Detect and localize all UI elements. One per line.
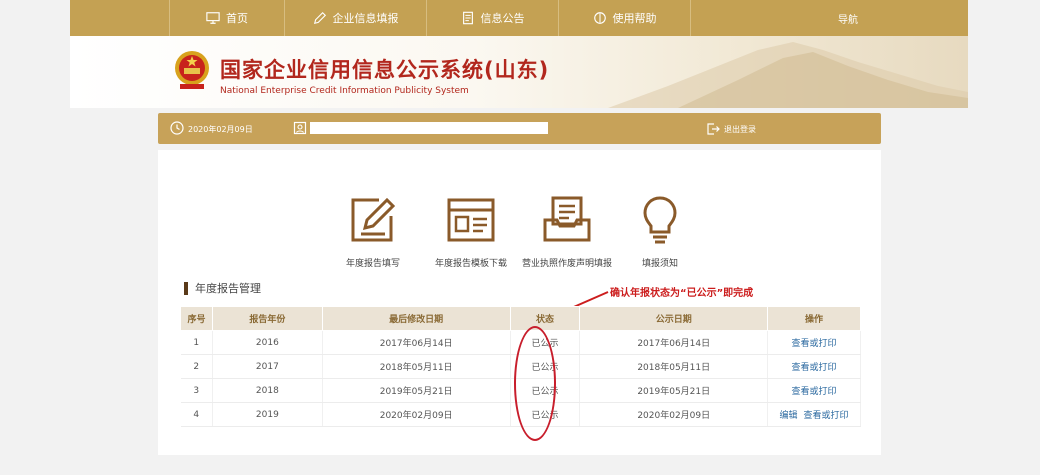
cell-year: 2017 [212,354,323,379]
col-year: 报告年份 [211,306,323,331]
cell-published: 2017年06月14日 [579,330,769,355]
view-print-link[interactable]: 查看或打印 [804,411,849,421]
cell-modified: 2018年05月11日 [322,354,511,379]
current-date: 2020年02月09日 [188,125,253,134]
edit-icon [313,11,326,25]
cell-no: 3 [180,378,213,403]
site-subtitle: National Enterprise Credit Information P… [220,86,469,96]
user-icon [293,121,307,135]
section-title: 年度报告管理 [184,280,261,296]
nav-home[interactable]: 首页 [170,0,285,36]
feature-label: 年度报告填写 [345,259,400,269]
user-bar: 2020年02月09日 退出登录 [158,113,881,144]
cell-ops: 查看或打印 [767,330,861,355]
top-nav: 首页 企业信息填报 信息公告 使用帮助 导航 [70,0,968,36]
nav-spacer [70,0,170,36]
nav-guide[interactable]: 导航 [838,11,858,26]
cell-modified: 2020年02月09日 [322,402,511,427]
col-modified: 最后修改日期 [321,306,511,331]
status-highlight-oval [514,326,556,441]
cell-year: 2018 [212,378,323,403]
view-print-link[interactable]: 查看或打印 [792,387,837,397]
monitor-icon [206,12,220,24]
cell-year: 2019 [212,402,323,427]
feature-label: 年度报告模板下载 [434,259,507,269]
template-download-icon [447,198,495,242]
nav-announcements[interactable]: 信息公告 [427,0,559,36]
lightbulb-icon [643,196,677,244]
col-published: 公示日期 [579,306,769,331]
nav-announcements-label: 信息公告 [480,12,525,25]
nav-help[interactable]: 使用帮助 [559,0,691,36]
cell-no: 2 [180,354,213,379]
nav-help-label: 使用帮助 [612,12,657,25]
logout-link[interactable]: 退出登录 [724,124,756,135]
cell-modified: 2019年05月21日 [322,378,511,403]
cell-ops: 编辑 查看或打印 [767,402,861,427]
feature-filing-notice[interactable]: 填报须知 [605,194,715,269]
cell-published: 2020年02月09日 [579,402,769,427]
cell-ops: 查看或打印 [767,378,861,403]
col-status: 状态 [509,306,581,331]
nav-info-filing-label: 企业信息填报 [332,12,399,25]
logout-icon[interactable] [706,122,720,136]
annotation-text: 确认年报状态为“已公示”即完成 [610,288,754,299]
view-print-link[interactable]: 查看或打印 [792,339,837,349]
clock-icon [170,121,184,135]
feature-annual-report-fill[interactable]: 年度报告填写 [318,194,428,269]
cell-ops: 查看或打印 [767,354,861,379]
site-banner: 国家企业信用信息公示系统(山东) National Enterprise Cre… [70,36,968,108]
help-icon [593,12,606,24]
main-content: 年度报告填写 年度报告模板下载 营业执照作废声明填报 填报须知 年度报告管理 确… [158,150,881,455]
license-tray-icon [543,196,591,242]
write-report-icon [351,197,396,242]
cell-no: 4 [180,402,213,427]
redacted-user-name [310,122,548,134]
nav-info-filing[interactable]: 企业信息填报 [285,0,427,36]
cell-published: 2019年05月21日 [579,378,769,403]
cell-year: 2016 [212,330,323,355]
mountain-decoration [608,42,968,108]
national-emblem-icon [175,51,209,89]
cell-published: 2018年05月11日 [579,354,769,379]
feature-label: 填报须知 [641,259,678,269]
cell-modified: 2017年06月14日 [322,330,511,355]
cell-no: 1 [180,330,213,355]
col-ops: 操作 [767,306,861,331]
section-title-text: 年度报告管理 [195,282,261,295]
section-bar [184,281,188,295]
document-icon [462,11,473,25]
site-title: 国家企业信用信息公示系统(山东) [220,58,550,82]
view-print-link[interactable]: 查看或打印 [792,363,837,373]
col-no: 序号 [180,306,213,331]
feature-template-download[interactable]: 年度报告模板下载 [416,194,526,269]
table-header-row: 序号 报告年份 最后修改日期 状态 公示日期 操作 [180,306,861,331]
edit-link[interactable]: 编辑 [780,411,798,421]
nav-home-label: 首页 [226,12,248,25]
